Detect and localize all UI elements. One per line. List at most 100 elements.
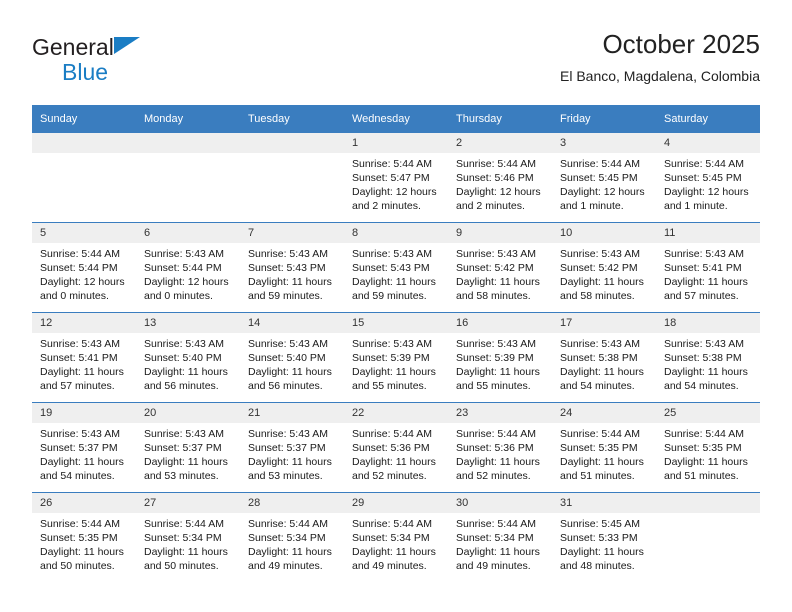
sunset-text: Sunset: 5:35 PM [40, 532, 118, 544]
calendar-day-cell[interactable]: 18 Sunrise: 5:43 AM Sunset: 5:38 PM Dayligh… [656, 312, 760, 403]
calendar-day-cell[interactable]: 5 Sunrise: 5:44 AM Sunset: 5:44 PM Daylight… [32, 222, 136, 313]
calendar-day-cell[interactable]: 22 Sunrise: 5:44 AM Sunset: 5:36 PM Dayligh… [344, 402, 448, 493]
daylight-text: Daylight: 11 hours [248, 276, 332, 288]
calendar-day-cell[interactable]: 21 Sunrise: 5:43 AM Sunset: 5:37 PM Dayligh… [240, 402, 344, 493]
calendar-day-cell[interactable]: 31 Sunrise: 5:45 AM Sunset: 5:33 PM Dayligh… [552, 492, 656, 582]
calendar-day-cell[interactable]: 24 Sunrise: 5:44 AM Sunset: 5:35 PM Dayligh… [552, 402, 656, 493]
sunset-text: Sunset: 5:36 PM [352, 442, 430, 454]
calendar-day-cell[interactable]: 7 Sunrise: 5:43 AM Sunset: 5:43 PM Daylight… [240, 222, 344, 313]
daylight-text: and 55 minutes. [456, 380, 531, 392]
day-details: Sunrise: 5:44 AM Sunset: 5:34 PM Daylight:… [448, 513, 552, 573]
daylight-text: Daylight: 11 hours [144, 456, 228, 468]
daylight-text: and 59 minutes. [352, 290, 427, 302]
day-details: Sunrise: 5:43 AM Sunset: 5:39 PM Daylight:… [448, 333, 552, 393]
sunset-text: Sunset: 5:44 PM [40, 262, 118, 274]
sunrise-text: Sunrise: 5:43 AM [40, 338, 120, 350]
sunset-text: Sunset: 5:33 PM [560, 532, 638, 544]
sunrise-text: Sunrise: 5:43 AM [456, 248, 536, 260]
daylight-text: and 57 minutes. [40, 380, 115, 392]
day-details: Sunrise: 5:43 AM Sunset: 5:42 PM Daylight:… [448, 243, 552, 303]
calendar-day-cell[interactable]: 27 Sunrise: 5:44 AM Sunset: 5:34 PM Dayligh… [136, 492, 240, 582]
calendar-day-cell[interactable]: 2 Sunrise: 5:44 AM Sunset: 5:46 PM Daylight… [448, 133, 552, 223]
calendar-day-cell[interactable]: 4 Sunrise: 5:44 AM Sunset: 5:45 PM Daylight… [656, 133, 760, 223]
day-details: Sunrise: 5:44 AM Sunset: 5:34 PM Daylight:… [240, 513, 344, 573]
calendar-day-cell[interactable]: 8 Sunrise: 5:43 AM Sunset: 5:43 PM Daylight… [344, 222, 448, 313]
calendar-day-cell[interactable]: 16 Sunrise: 5:43 AM Sunset: 5:39 PM Dayligh… [448, 312, 552, 403]
logo-bottom-row: Blue [32, 59, 232, 85]
calendar-day-cell[interactable]: 6 Sunrise: 5:43 AM Sunset: 5:44 PM Daylight… [136, 222, 240, 313]
calendar-day-cell[interactable]: 1 Sunrise: 5:44 AM Sunset: 5:47 PM Daylight… [344, 133, 448, 223]
calendar-day-cell[interactable]: 30 Sunrise: 5:44 AM Sunset: 5:34 PM Dayligh… [448, 492, 552, 582]
calendar-day-cell[interactable]: 20 Sunrise: 5:43 AM Sunset: 5:37 PM Dayligh… [136, 402, 240, 493]
day-number: 15 [344, 313, 448, 333]
sunrise-text: Sunrise: 5:43 AM [560, 248, 640, 260]
sunset-text: Sunset: 5:42 PM [456, 262, 534, 274]
daylight-text: Daylight: 11 hours [456, 366, 540, 378]
page-subtitle: El Banco, Magdalena, Colombia [559, 68, 760, 84]
daylight-text: Daylight: 11 hours [248, 546, 332, 558]
day-number [656, 493, 760, 513]
sunset-text: Sunset: 5:44 PM [144, 262, 222, 274]
day-number: 13 [136, 313, 240, 333]
daylight-text: Daylight: 12 hours [144, 276, 229, 288]
calendar-day-cell[interactable]: 25 Sunrise: 5:44 AM Sunset: 5:35 PM Dayligh… [656, 402, 760, 493]
daylight-text: and 0 minutes. [144, 290, 213, 302]
day-number: 17 [552, 313, 656, 333]
daylight-text: Daylight: 11 hours [352, 456, 436, 468]
sunrise-text: Sunrise: 5:43 AM [144, 428, 224, 440]
calendar-day-cell[interactable]: 11 Sunrise: 5:43 AM Sunset: 5:41 PM Dayligh… [656, 222, 760, 313]
sunrise-text: Sunrise: 5:44 AM [352, 518, 432, 530]
day-number: 4 [656, 133, 760, 153]
sunrise-text: Sunrise: 5:44 AM [144, 518, 224, 530]
sunset-text: Sunset: 5:45 PM [560, 172, 638, 184]
calendar-day-cell[interactable]: 19 Sunrise: 5:43 AM Sunset: 5:37 PM Dayligh… [32, 402, 136, 493]
daylight-text: and 53 minutes. [248, 470, 323, 482]
calendar-day-cell[interactable]: 15 Sunrise: 5:43 AM Sunset: 5:39 PM Dayligh… [344, 312, 448, 403]
sunset-text: Sunset: 5:41 PM [664, 262, 742, 274]
title-block: October 2025 El Banco, Magdalena, Colomb… [560, 28, 760, 86]
day-details: Sunrise: 5:43 AM Sunset: 5:40 PM Daylight:… [240, 333, 344, 393]
day-details: Sunrise: 5:45 AM Sunset: 5:33 PM Daylight:… [552, 513, 656, 573]
daylight-text: and 56 minutes. [144, 380, 219, 392]
sunset-text: Sunset: 5:34 PM [456, 532, 534, 544]
calendar-day-cell[interactable]: 17 Sunrise: 5:43 AM Sunset: 5:38 PM Dayligh… [552, 312, 656, 403]
daylight-text: Daylight: 11 hours [560, 456, 644, 468]
calendar-day-cell[interactable]: 28 Sunrise: 5:44 AM Sunset: 5:34 PM Dayligh… [240, 492, 344, 582]
day-number: 11 [656, 223, 760, 243]
sunrise-text: Sunrise: 5:43 AM [560, 338, 640, 350]
daylight-text: and 53 minutes. [144, 470, 219, 482]
daylight-text: and 54 minutes. [40, 470, 115, 482]
day-number: 14 [240, 313, 344, 333]
calendar-day-cell[interactable]: 9 Sunrise: 5:43 AM Sunset: 5:42 PM Daylight… [448, 222, 552, 313]
sunrise-text: Sunrise: 5:44 AM [352, 428, 432, 440]
calendar-day-cell[interactable]: 29 Sunrise: 5:44 AM Sunset: 5:34 PM Dayligh… [344, 492, 448, 582]
day-number: 5 [32, 223, 136, 243]
daylight-text: Daylight: 11 hours [664, 456, 748, 468]
calendar-day-cell[interactable]: 14 Sunrise: 5:43 AM Sunset: 5:40 PM Dayligh… [240, 312, 344, 403]
sunrise-text: Sunrise: 5:44 AM [456, 518, 536, 530]
calendar-day-cell[interactable]: 23 Sunrise: 5:44 AM Sunset: 5:36 PM Dayligh… [448, 402, 552, 493]
sunset-text: Sunset: 5:46 PM [456, 172, 534, 184]
daylight-text: Daylight: 11 hours [456, 456, 540, 468]
calendar-day-cell[interactable]: 12 Sunrise: 5:43 AM Sunset: 5:41 PM Dayligh… [32, 312, 136, 403]
day-number: 12 [32, 313, 136, 333]
day-number: 3 [552, 133, 656, 153]
calendar-day-cell[interactable]: 26 Sunrise: 5:44 AM Sunset: 5:35 PM Dayligh… [32, 492, 136, 582]
triangle-icon [113, 37, 140, 54]
calendar-day-cell[interactable]: 10 Sunrise: 5:43 AM Sunset: 5:42 PM Dayligh… [552, 222, 656, 313]
day-number: 22 [344, 403, 448, 423]
sunrise-text: Sunrise: 5:43 AM [144, 248, 224, 260]
calendar-day-cell[interactable]: 13 Sunrise: 5:43 AM Sunset: 5:40 PM Dayligh… [136, 312, 240, 403]
calendar-body: 1 Sunrise: 5:44 AM Sunset: 5:47 PM Daylight… [32, 133, 760, 582]
daylight-text: and 51 minutes. [560, 470, 635, 482]
calendar-day-cell[interactable]: 3 Sunrise: 5:44 AM Sunset: 5:45 PM Daylight… [552, 133, 656, 223]
calendar-day-cell-empty [32, 133, 136, 223]
daylight-text: and 50 minutes. [144, 560, 219, 572]
calendar-week-row: 12 Sunrise: 5:43 AM Sunset: 5:41 PM Dayligh… [32, 312, 760, 403]
sunrise-text: Sunrise: 5:44 AM [40, 518, 120, 530]
sunset-text: Sunset: 5:38 PM [664, 352, 742, 364]
daylight-text: and 56 minutes. [248, 380, 323, 392]
sunset-text: Sunset: 5:34 PM [352, 532, 430, 544]
daylight-text: and 54 minutes. [560, 380, 635, 392]
daylight-text: Daylight: 11 hours [248, 456, 332, 468]
